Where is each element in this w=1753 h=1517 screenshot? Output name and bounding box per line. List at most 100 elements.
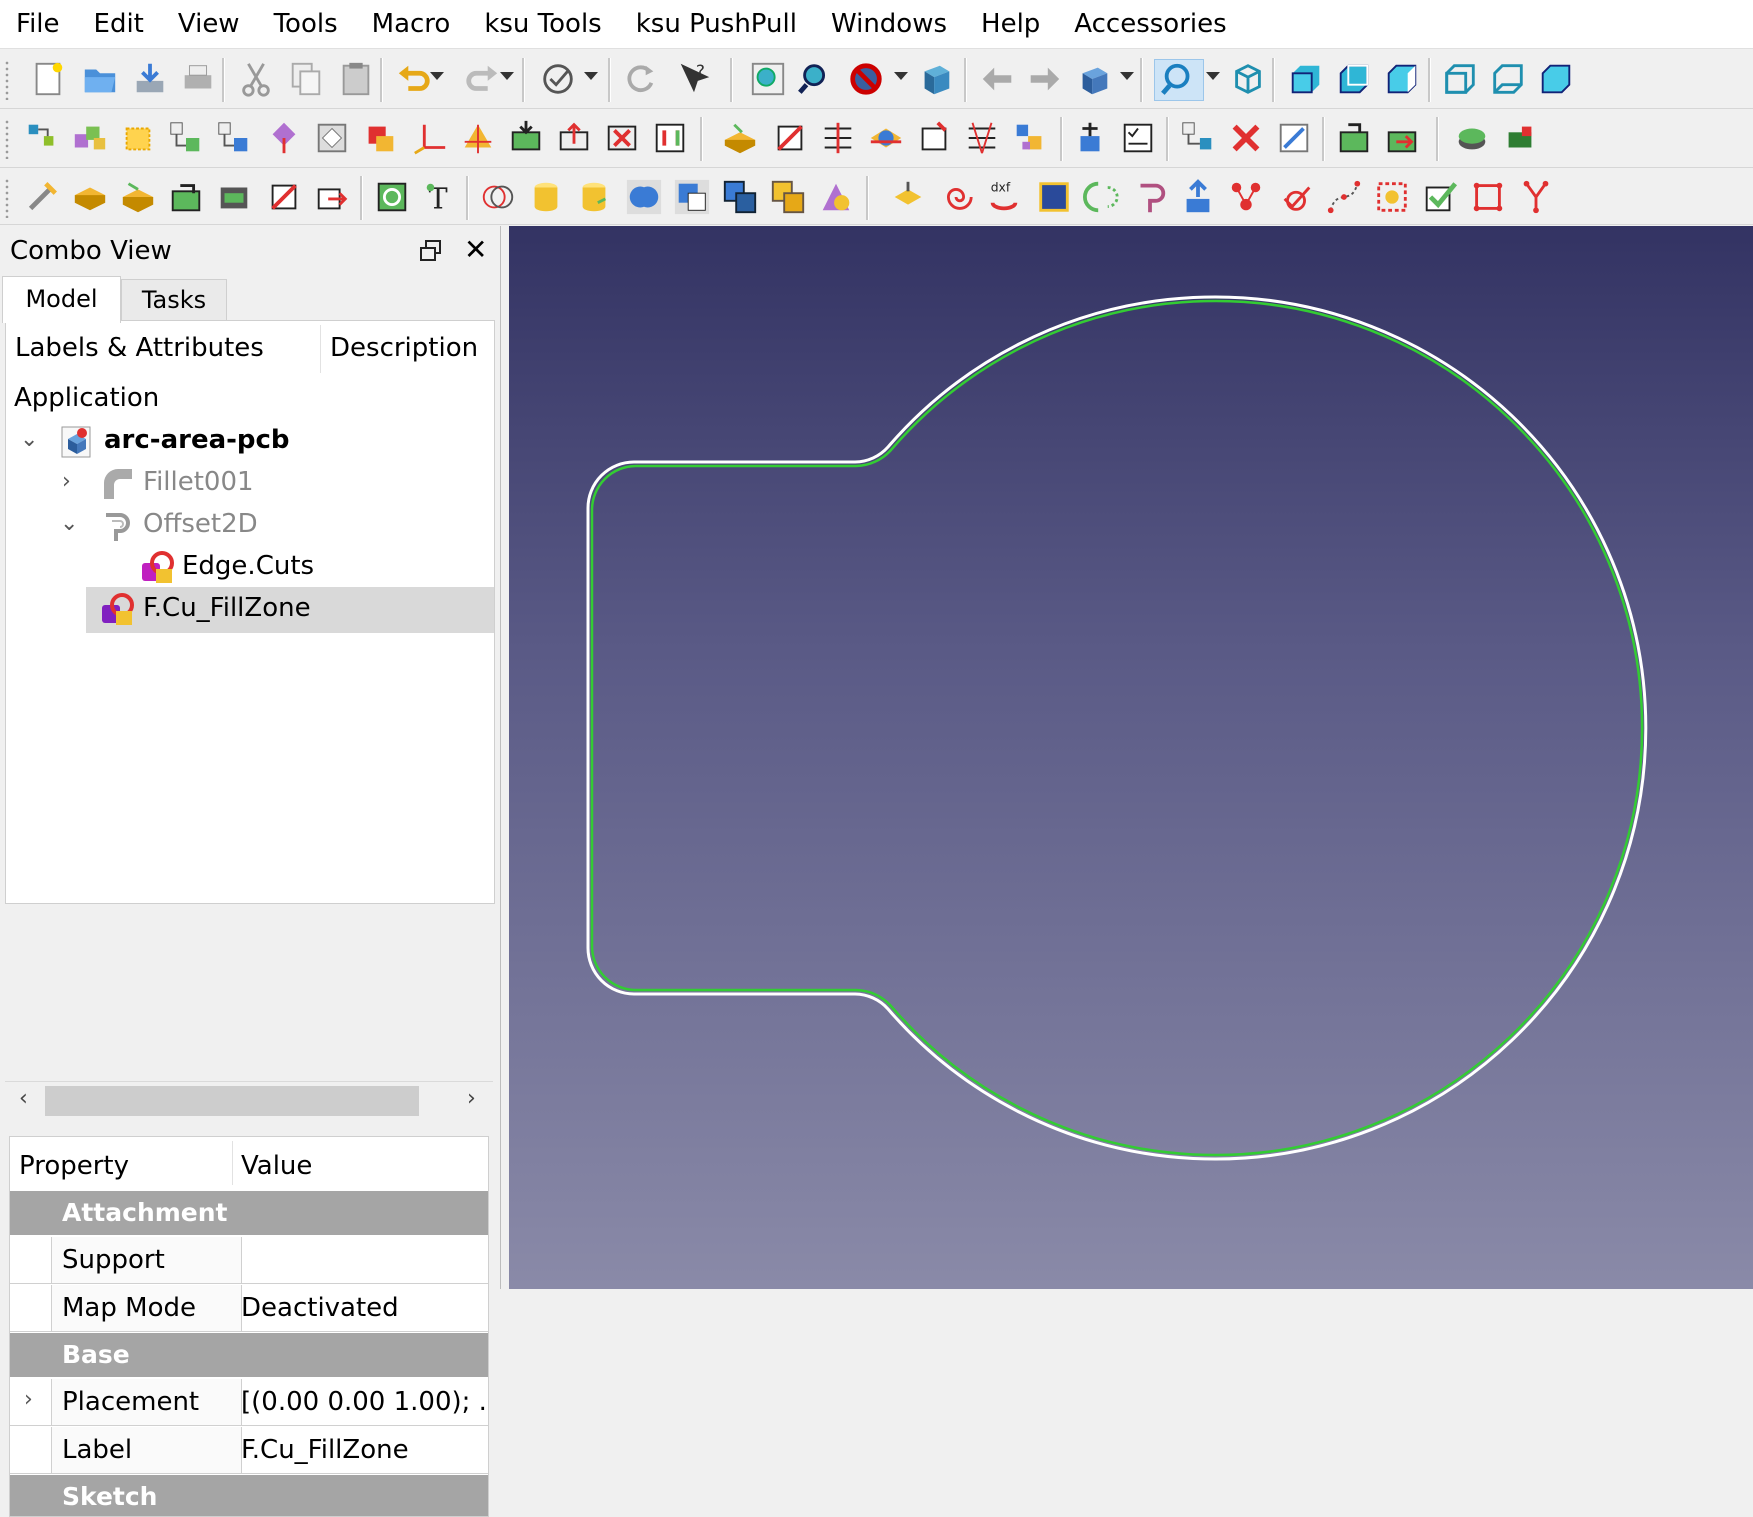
left-view-icon[interactable]	[1536, 59, 1576, 99]
bounding-box-icon[interactable]	[916, 59, 956, 99]
offset-sketch-icon[interactable]	[1130, 177, 1170, 217]
tree-item-arc-area-pcb[interactable]: ⌄ arc-area-pcb	[6, 419, 494, 465]
bottom-view-icon[interactable]	[1488, 59, 1528, 99]
fuse-shape-icon[interactable]	[768, 177, 808, 217]
undo-icon[interactable]	[394, 59, 434, 99]
chevron-right-icon[interactable]: ›	[24, 1387, 33, 1412]
shape-builder-icon[interactable]	[816, 177, 856, 217]
ksu-sync-icon[interactable]	[650, 118, 690, 158]
open-folder-icon[interactable]	[80, 59, 120, 99]
navigation-dropdown-icon[interactable]	[1120, 72, 1134, 80]
rectangle-sketch-icon[interactable]	[1468, 177, 1508, 217]
column-property[interactable]: Property	[19, 1151, 129, 1181]
ksu-red-sketch-icon[interactable]	[264, 177, 304, 217]
ksu-measure-icon[interactable]	[1070, 118, 1110, 158]
ksu-settings-icon[interactable]	[22, 177, 62, 217]
tree-item-fillet001[interactable]: › Fillet001	[6, 461, 494, 507]
ksu-machine-icon[interactable]	[214, 177, 254, 217]
text-tool-icon[interactable]: T	[420, 177, 460, 217]
ksu-stack-icon[interactable]	[1010, 118, 1050, 158]
ksu-green-load-icon[interactable]	[166, 177, 206, 217]
3d-viewport[interactable]	[509, 226, 1753, 1289]
ksu-assembly-icon[interactable]	[166, 118, 206, 158]
explode-icon[interactable]	[888, 177, 928, 217]
property-group-attachment[interactable]: Attachment	[10, 1191, 488, 1235]
tab-model[interactable]: Model	[2, 276, 121, 323]
ksu-box-icon[interactable]	[118, 118, 158, 158]
menu-view[interactable]: View	[161, 0, 257, 48]
whats-this-icon[interactable]: ?	[674, 59, 714, 99]
property-value[interactable]: [(0.00 0.00 1.00); ...	[241, 1387, 488, 1417]
tube-icon[interactable]	[574, 177, 614, 217]
tree-item-edge-cuts[interactable]: Edge.Cuts	[6, 545, 494, 591]
close-icon[interactable]: ✕	[464, 236, 487, 264]
redo-dropdown-icon[interactable]	[500, 72, 514, 80]
ksu-move-icon[interactable]	[264, 118, 304, 158]
constraint-group-icon[interactable]	[1226, 177, 1266, 217]
refresh-check-icon[interactable]	[538, 59, 578, 99]
draw-style-icon[interactable]	[846, 59, 886, 99]
property-row-label[interactable]: Label F.Cu_FillZone	[10, 1427, 488, 1474]
ksu-red-box-icon[interactable]	[360, 118, 400, 158]
ksu-place-icon[interactable]	[458, 118, 498, 158]
scroll-right-icon[interactable]: ›	[467, 1086, 476, 1111]
ksu-remove-icon[interactable]	[602, 118, 642, 158]
cylinder-icon[interactable]	[526, 177, 566, 217]
toolbar-grip[interactable]	[4, 60, 10, 100]
recompute-icon[interactable]	[620, 59, 660, 99]
sketch-check-icon[interactable]	[1420, 177, 1460, 217]
redo-icon[interactable]	[462, 59, 502, 99]
menu-help[interactable]: Help	[964, 0, 1057, 48]
ksu-push-icon[interactable]	[1382, 118, 1422, 158]
menu-ksu-pushpull[interactable]: ksu PushPull	[619, 0, 814, 48]
property-row-map-mode[interactable]: Map Mode Deactivated	[10, 1285, 488, 1332]
tab-tasks[interactable]: Tasks	[121, 279, 227, 321]
undock-icon[interactable]	[418, 238, 444, 264]
validate-sketch-icon[interactable]	[1372, 177, 1412, 217]
fork-sketch-icon[interactable]	[1516, 177, 1556, 217]
sketch-constraint-icon[interactable]	[372, 177, 412, 217]
ksu-load-icon[interactable]	[1334, 118, 1374, 158]
menu-tools[interactable]: Tools	[257, 0, 355, 48]
ksu-checklist-icon[interactable]	[1118, 118, 1158, 158]
menu-edit[interactable]: Edit	[77, 0, 161, 48]
ksu-3d-to-2d-icon[interactable]	[866, 118, 906, 158]
ksu-delete-icon[interactable]	[1226, 118, 1266, 158]
ksu-tree-icon[interactable]	[1178, 118, 1218, 158]
chevron-down-icon[interactable]: ⌄	[60, 511, 78, 536]
refresh-dropdown-icon[interactable]	[584, 72, 598, 80]
fill-zone-outline[interactable]	[590, 299, 1644, 1157]
constraint-check-icon[interactable]	[1276, 177, 1316, 217]
spiral-icon[interactable]	[936, 177, 976, 217]
menu-ksu-tools[interactable]: ksu Tools	[467, 0, 618, 48]
column-description[interactable]: Description	[330, 333, 478, 363]
chevron-right-icon[interactable]: ›	[62, 469, 71, 494]
tree-horizontal-scrollbar[interactable]: ‹ ›	[5, 1081, 493, 1118]
ksu-stepup-icon[interactable]	[1452, 118, 1492, 158]
ksu-edit-icon[interactable]	[1274, 118, 1314, 158]
new-document-icon[interactable]	[28, 59, 68, 99]
column-divider[interactable]	[320, 325, 321, 373]
draw-style-dropdown-icon[interactable]	[894, 72, 908, 80]
copy-icon[interactable]	[286, 59, 326, 99]
scroll-left-icon[interactable]: ‹	[19, 1086, 28, 1111]
save-icon[interactable]	[130, 59, 170, 99]
dxf-import-icon[interactable]: dxf	[984, 177, 1024, 217]
tree-item-fcu-fillzone[interactable]: F.Cu_FillZone	[86, 587, 494, 633]
ksu-pad-icon[interactable]	[70, 177, 110, 217]
menu-file[interactable]: File	[0, 0, 77, 48]
ksu-sketch-to-pcb-icon[interactable]	[770, 118, 810, 158]
front-view-icon[interactable]	[1286, 59, 1326, 99]
fit-all-icon[interactable]	[748, 59, 788, 99]
property-group-base[interactable]: Base	[10, 1333, 488, 1377]
property-value[interactable]: Deactivated	[241, 1293, 399, 1323]
bspline-icon[interactable]	[1324, 177, 1364, 217]
toolbar-grip[interactable]	[4, 119, 10, 159]
ksu-diamond-icon[interactable]	[312, 118, 352, 158]
fit-selection-icon[interactable]	[796, 59, 836, 99]
menu-macro[interactable]: Macro	[355, 0, 468, 48]
cut-icon[interactable]	[236, 59, 276, 99]
tree-item-offset2d[interactable]: ⌄ Offset2D	[6, 503, 494, 549]
view-forward-icon[interactable]	[1024, 59, 1064, 99]
print-icon[interactable]	[178, 59, 218, 99]
